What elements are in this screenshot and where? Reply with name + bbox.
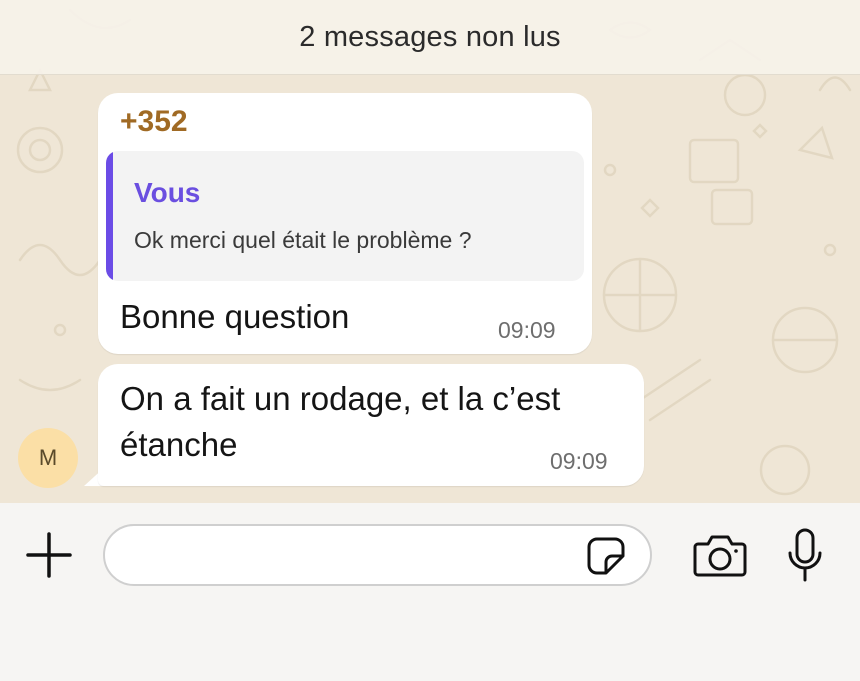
unread-count-label: 2 messages non lus bbox=[299, 20, 561, 53]
message-bubble-incoming[interactable]: +352 Vous Ok merci quel était le problèm… bbox=[98, 93, 592, 354]
message-bubble-incoming[interactable]: On a fait un rodage, et la c’est étanche… bbox=[98, 364, 644, 486]
avatar[interactable]: M bbox=[18, 428, 78, 488]
camera-icon[interactable] bbox=[692, 532, 748, 578]
chat-background: 2 messages non lus +352 Vous Ok merci qu… bbox=[0, 0, 860, 503]
quoted-reply[interactable]: Vous Ok merci quel était le problème ? bbox=[106, 151, 584, 281]
quote-author: Vous bbox=[134, 177, 201, 208]
message-timestamp: 09:09 bbox=[498, 317, 556, 343]
plus-icon[interactable] bbox=[24, 530, 74, 580]
sender-phone-prefix: +352 bbox=[120, 105, 188, 138]
avatar-initial: M bbox=[38, 445, 58, 470]
microphone-icon[interactable] bbox=[785, 527, 825, 583]
redacted-number bbox=[197, 107, 398, 137]
message-text: Bonne question bbox=[120, 298, 350, 335]
message-input[interactable] bbox=[103, 524, 652, 586]
unread-messages-banner: 2 messages non lus bbox=[0, 0, 860, 75]
quote-text: Ok merci quel était le problème ? bbox=[134, 227, 472, 253]
sender-name[interactable]: +352 bbox=[120, 105, 398, 139]
sticker-icon[interactable] bbox=[586, 536, 626, 576]
message-text-line-1: On a fait un rodage, et la c’est bbox=[120, 380, 561, 417]
quote-accent-bar bbox=[106, 151, 113, 281]
message-text-line-2: étanche bbox=[120, 426, 238, 463]
message-timestamp: 09:09 bbox=[550, 448, 608, 474]
